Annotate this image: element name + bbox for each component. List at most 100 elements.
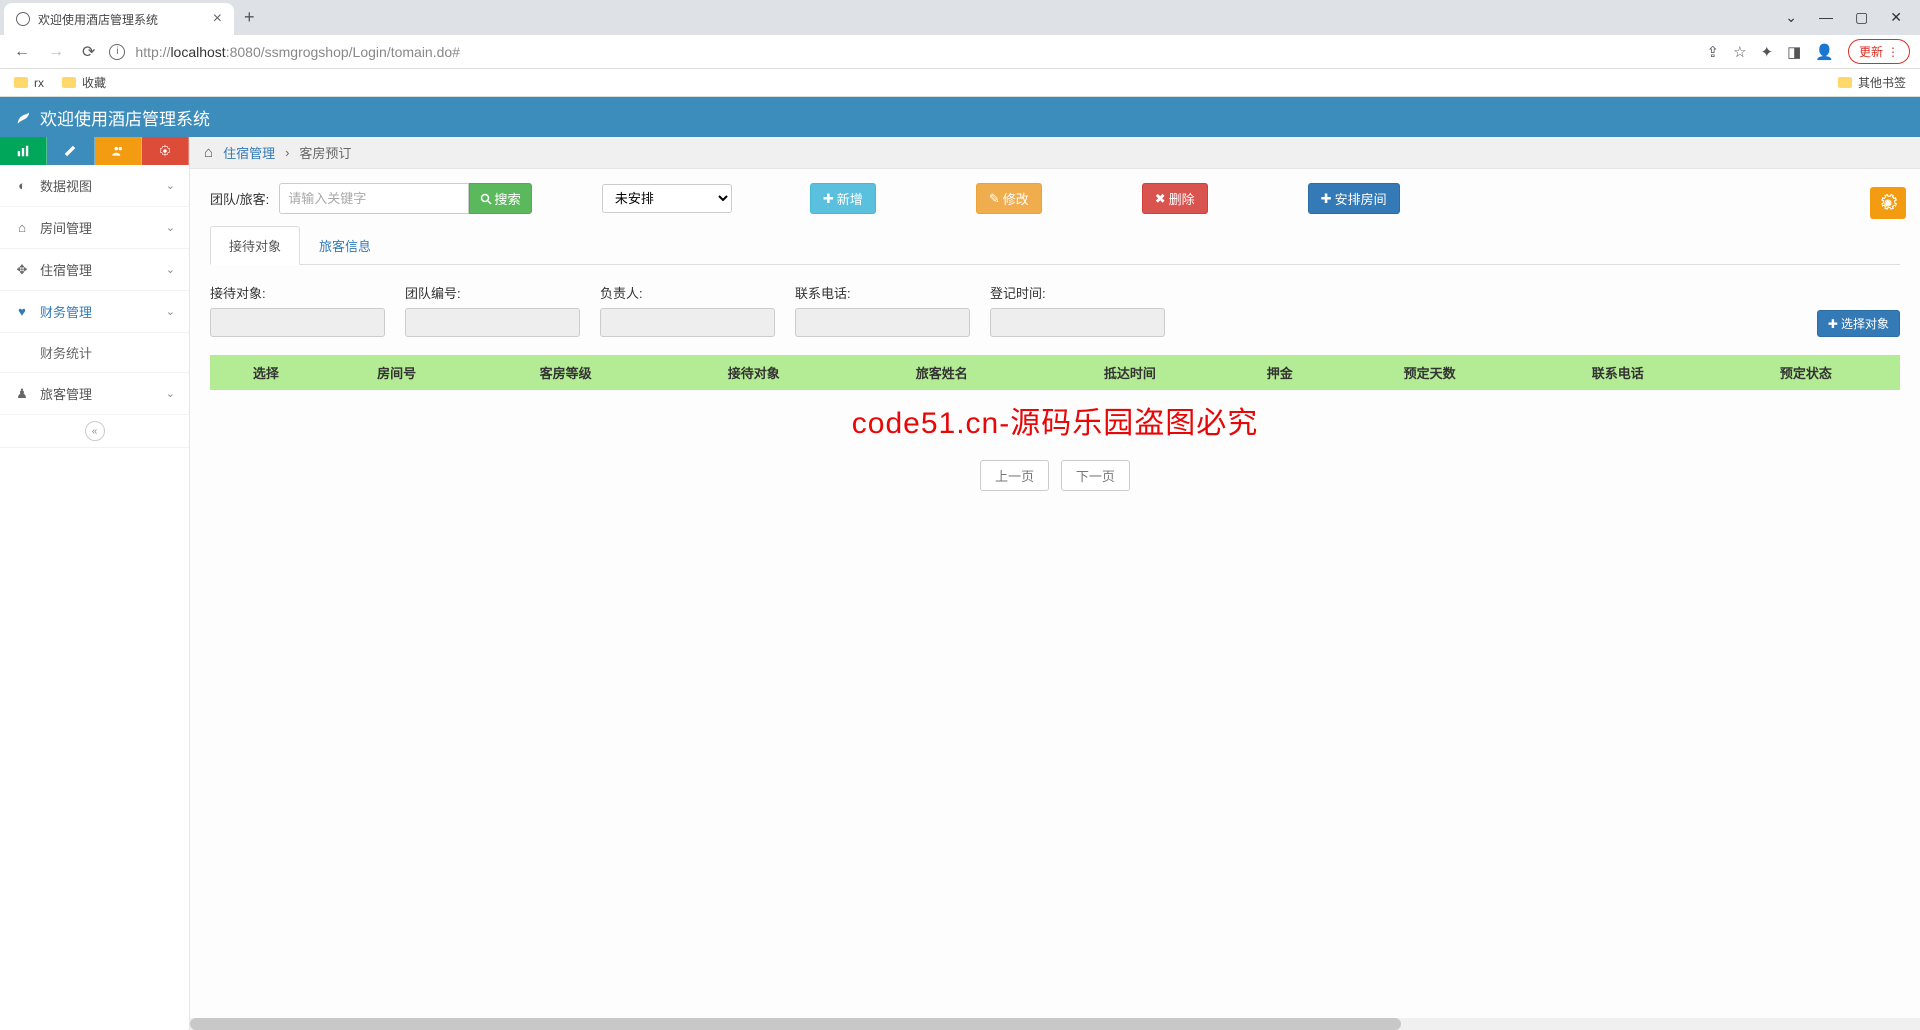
- site-info-icon[interactable]: i: [109, 44, 125, 60]
- new-tab-button[interactable]: +: [244, 7, 255, 28]
- next-page-button[interactable]: 下一页: [1061, 460, 1130, 491]
- folder-icon: [1838, 77, 1852, 88]
- collapse-sidebar-button[interactable]: «: [85, 421, 105, 441]
- col-room-level: 客房等级: [472, 355, 660, 390]
- update-button[interactable]: 更新 ⋮: [1848, 39, 1910, 64]
- phone-input[interactable]: [795, 308, 970, 337]
- sidebar-item-finance[interactable]: ♥ 财务管理 ⌄: [0, 291, 189, 333]
- field-label: 团队编号:: [405, 283, 580, 302]
- team-no-input[interactable]: [405, 308, 580, 337]
- browser-tab[interactable]: 欢迎使用酒店管理系统 ×: [4, 3, 234, 35]
- chevron-down-icon: ⌄: [166, 387, 175, 400]
- other-bookmarks[interactable]: 其他书签: [1838, 74, 1906, 91]
- reg-time-input[interactable]: [990, 308, 1165, 337]
- button-label: 选择对象: [1841, 315, 1889, 332]
- quick-stats-button[interactable]: [0, 137, 47, 165]
- prev-page-button[interactable]: 上一页: [980, 460, 1049, 491]
- button-label: 安排房间: [1335, 189, 1387, 208]
- sidebar-item-label: 数据视图: [40, 176, 92, 195]
- sidebar-item-guests[interactable]: ♟ 旅客管理 ⌄: [0, 373, 189, 415]
- sidebar-item-dashboard[interactable]: ◐ 数据视图 ⌄: [0, 165, 189, 207]
- bookmark-label: 收藏: [82, 74, 106, 91]
- star-icon[interactable]: ☆: [1733, 43, 1746, 61]
- chevron-down-icon: ⌄: [166, 305, 175, 318]
- back-button[interactable]: ←: [10, 43, 34, 61]
- reservation-table: 选择 房间号 客房等级 接待对象 旅客姓名 抵达时间 押金 预定天数 联系电话 …: [210, 355, 1900, 390]
- settings-gear-button[interactable]: [1870, 187, 1906, 219]
- plus-icon: ✚: [1828, 317, 1838, 331]
- table-header-row: 选择 房间号 客房等级 接待对象 旅客姓名 抵达时间 押金 预定天数 联系电话 …: [210, 355, 1900, 390]
- status-select[interactable]: 未安排: [602, 184, 732, 213]
- button-label: 新增: [837, 189, 863, 208]
- update-label: 更新: [1859, 43, 1883, 60]
- col-select: 选择: [210, 355, 322, 390]
- sidebar-menu: ◐ 数据视图 ⌄ ⌂ 房间管理 ⌄ ✥ 住宿管理 ⌄ ♥ 财务管理 ⌄ 财务统计: [0, 165, 189, 415]
- url-scheme: http://: [135, 44, 170, 60]
- field-label: 负责人:: [600, 283, 775, 302]
- app-header: 欢迎使用酒店管理系统: [0, 97, 1920, 137]
- select-object-button[interactable]: ✚选择对象: [1817, 310, 1900, 337]
- address-bar: ← → ⟳ i http://localhost:8080/ssmgrogsho…: [0, 35, 1920, 69]
- pencil-icon: ✎: [989, 191, 1000, 207]
- breadcrumb: ⌂ 住宿管理 › 客房预订: [190, 137, 1920, 169]
- side-panel-icon[interactable]: ◨: [1787, 43, 1801, 61]
- close-icon[interactable]: ×: [213, 10, 222, 28]
- arrange-room-button[interactable]: ✚安排房间: [1308, 183, 1400, 214]
- horizontal-scrollbar[interactable]: [190, 1018, 1920, 1030]
- chevron-down-icon: ⌄: [166, 179, 175, 192]
- principal-input[interactable]: [600, 308, 775, 337]
- breadcrumb-separator: ›: [285, 145, 289, 160]
- delete-button[interactable]: ✖删除: [1142, 183, 1208, 214]
- bookmark-bar: rx 收藏 其他书签: [0, 69, 1920, 97]
- edit-button[interactable]: ✎修改: [976, 183, 1042, 214]
- minimize-icon[interactable]: —: [1819, 9, 1833, 26]
- scroll-thumb[interactable]: [190, 1018, 1401, 1030]
- chevron-down-icon[interactable]: ⌄: [1785, 9, 1797, 26]
- col-arrive-time: 抵达时间: [1036, 355, 1224, 390]
- forward-button[interactable]: →: [44, 43, 68, 61]
- chevron-down-icon: ⌄: [166, 263, 175, 276]
- close-icon: ✖: [1155, 191, 1166, 207]
- button-label: 搜索: [494, 189, 521, 208]
- close-window-icon[interactable]: ✕: [1890, 9, 1902, 26]
- field-label: 登记时间:: [990, 283, 1165, 302]
- col-deposit: 押金: [1224, 355, 1336, 390]
- breadcrumb-link[interactable]: 住宿管理: [223, 143, 275, 162]
- url-display[interactable]: http://localhost:8080/ssmgrogshop/Login/…: [135, 44, 460, 60]
- quick-edit-button[interactable]: [47, 137, 94, 165]
- tab-reception[interactable]: 接待对象: [210, 226, 300, 265]
- reload-button[interactable]: ⟳: [78, 42, 99, 62]
- watermark-text: code51.cn-源码乐园盗图必究: [210, 398, 1900, 442]
- home-icon[interactable]: ⌂: [204, 144, 213, 161]
- tab-guest-info[interactable]: 旅客信息: [300, 226, 390, 264]
- col-status: 预定状态: [1712, 355, 1900, 390]
- sidebar-item-label: 财务统计: [40, 343, 92, 362]
- sidebar-item-rooms[interactable]: ⌂ 房间管理 ⌄: [0, 207, 189, 249]
- chevron-down-icon: ⌄: [166, 221, 175, 234]
- sidebar-item-label: 房间管理: [40, 218, 92, 237]
- quick-settings-button[interactable]: [142, 137, 189, 165]
- bookmark-rx[interactable]: rx: [14, 76, 44, 90]
- maximize-icon[interactable]: ▢: [1855, 9, 1868, 26]
- reception-input[interactable]: [210, 308, 385, 337]
- profile-icon[interactable]: 👤: [1815, 43, 1834, 61]
- field-team-no: 团队编号:: [405, 283, 580, 337]
- add-button[interactable]: ✚新增: [810, 183, 876, 214]
- search-input-group: 搜索: [279, 183, 532, 214]
- search-input[interactable]: [279, 183, 469, 214]
- search-button[interactable]: 搜索: [469, 183, 532, 214]
- bookmark-fav[interactable]: 收藏: [62, 74, 106, 91]
- sidebar-item-stay[interactable]: ✥ 住宿管理 ⌄: [0, 249, 189, 291]
- share-icon[interactable]: ⇪: [1707, 43, 1720, 61]
- extensions-icon[interactable]: ✦: [1761, 43, 1774, 61]
- col-room-no: 房间号: [322, 355, 472, 390]
- button-label: 删除: [1169, 189, 1195, 208]
- search-icon: [480, 193, 492, 205]
- col-guest-name: 旅客姓名: [848, 355, 1036, 390]
- quick-users-button[interactable]: [95, 137, 142, 165]
- app-title: 欢迎使用酒店管理系统: [40, 105, 210, 130]
- field-reg-time: 登记时间:: [990, 283, 1165, 337]
- sidebar-subitem-finance-stats[interactable]: 财务统计: [0, 333, 189, 373]
- url-host: localhost: [170, 44, 225, 60]
- breadcrumb-current: 客房预订: [299, 143, 351, 162]
